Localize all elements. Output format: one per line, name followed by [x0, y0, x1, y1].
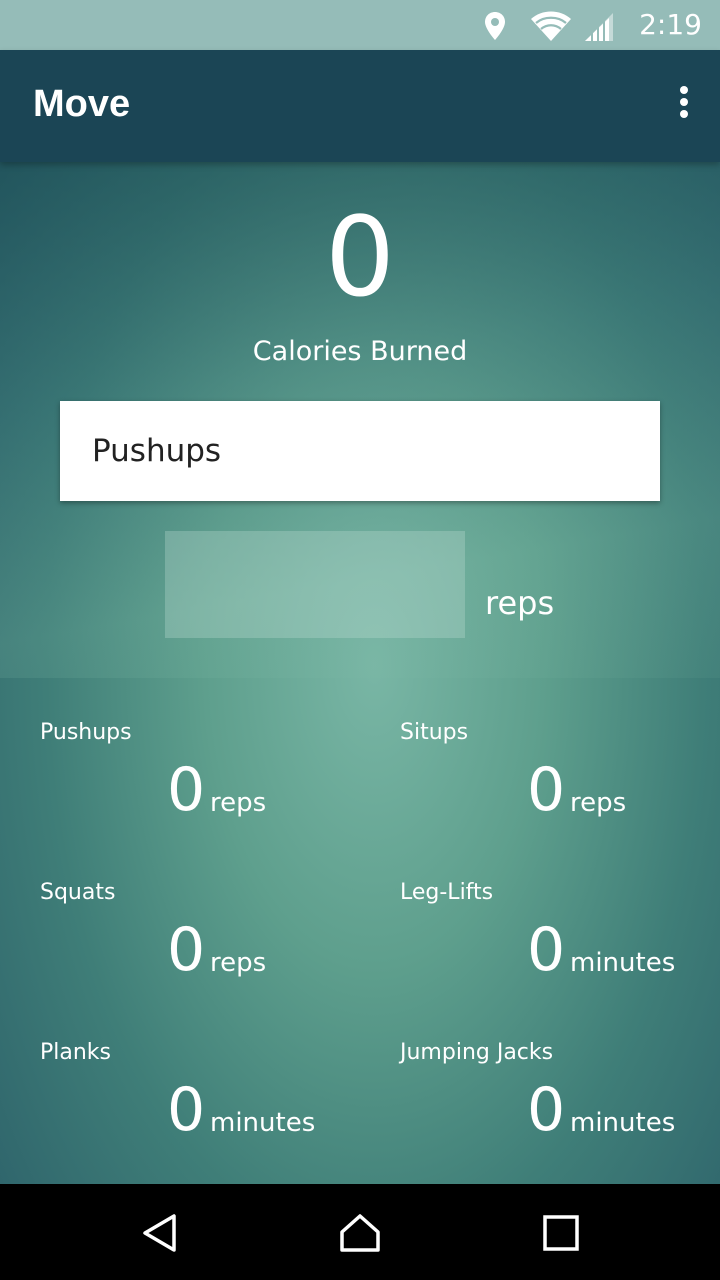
home-icon[interactable]: [339, 1212, 381, 1254]
stat-unit: reps: [210, 948, 267, 978]
more-vert-icon[interactable]: [672, 86, 696, 126]
stat-label: Planks: [40, 1040, 112, 1065]
app-title: Move: [33, 83, 131, 125]
stat-unit: minutes: [570, 1108, 676, 1138]
amount-unit-label: reps: [485, 584, 555, 622]
stats-grid: Pushups 0 reps Situps 0 reps Squats 0 re…: [0, 678, 720, 1184]
stat-value: 0: [527, 755, 566, 825]
exercise-dropdown[interactable]: Pushups: [60, 401, 660, 501]
stat-value: 0: [167, 755, 206, 825]
stat-value: 0: [527, 1075, 566, 1145]
status-bar: 2:19: [0, 0, 720, 50]
stat-label: Leg-Lifts: [400, 880, 494, 905]
stat-value: 0: [167, 915, 206, 985]
screen: 2:19 Move 0 Calories Burned Pushups reps…: [0, 0, 720, 1280]
stat-value: 0: [527, 915, 566, 985]
navigation-bar: [0, 1184, 720, 1280]
stat-situps: Situps 0 reps: [360, 678, 720, 838]
stat-label: Situps: [400, 720, 469, 745]
stat-jumping-jacks: Jumping Jacks 0 minutes: [360, 998, 720, 1158]
stat-unit: reps: [210, 788, 267, 818]
calories-value: 0: [325, 193, 395, 321]
stat-unit: minutes: [570, 948, 676, 978]
stat-label: Jumping Jacks: [400, 1040, 554, 1065]
stat-unit: minutes: [210, 1108, 316, 1138]
exercise-dropdown-value: Pushups: [92, 433, 222, 469]
stat-squats: Squats 0 reps: [0, 838, 360, 998]
app-bar: Move: [0, 50, 720, 162]
stat-pushups: Pushups 0 reps: [0, 678, 360, 838]
stat-unit: reps: [570, 788, 627, 818]
status-time: 2:19: [639, 8, 702, 41]
wifi-icon: [531, 11, 571, 41]
back-icon[interactable]: [139, 1212, 181, 1254]
calories-label: Calories Burned: [252, 336, 468, 367]
amount-input[interactable]: [165, 531, 465, 638]
stat-planks: Planks 0 minutes: [0, 998, 360, 1158]
recents-icon[interactable]: [540, 1212, 582, 1254]
stat-label: Squats: [40, 880, 116, 905]
stat-leg-lifts: Leg-Lifts 0 minutes: [360, 838, 720, 998]
calories-section: 0 Calories Burned Pushups reps: [0, 162, 720, 678]
stat-value: 0: [167, 1075, 206, 1145]
stat-label: Pushups: [40, 720, 132, 745]
cell-signal-icon: [585, 13, 613, 41]
location-icon: [485, 12, 505, 40]
